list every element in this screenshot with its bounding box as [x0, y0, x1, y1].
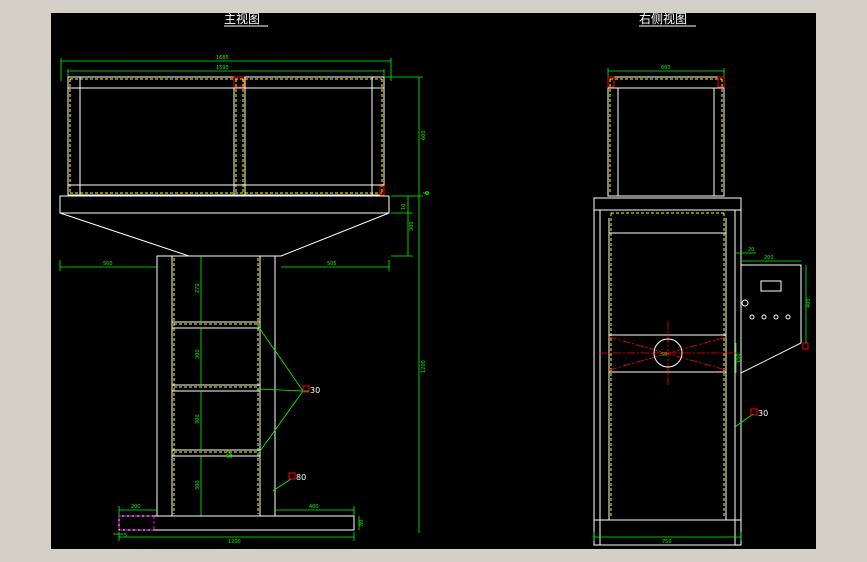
- front-funnel: [59, 195, 390, 257]
- side-section-mark: 50: [661, 352, 667, 358]
- dim-base-offset: 5: [124, 533, 127, 539]
- panel-switch-icon: [741, 299, 749, 307]
- side-control-panel: [740, 264, 809, 374]
- front-view-title: 主视图: [224, 13, 260, 26]
- front-column-dimensions: 270 300 300 300 50: [195, 256, 234, 516]
- side-view-title: 右侧视图: [639, 13, 687, 26]
- panel-button-2: [761, 314, 767, 320]
- front-overhang-dimensions: 500 505: [59, 260, 390, 271]
- dim-column-height: 1200: [421, 360, 427, 373]
- side-tube-label: 30: [758, 409, 768, 418]
- dim-panel-bottom: 150: [736, 353, 742, 363]
- dim-seg-mid1: 300: [195, 349, 201, 359]
- dim-panel-width: 200: [764, 255, 774, 261]
- dim-inner-width: 1593: [216, 65, 229, 71]
- base-edge-marker: [118, 515, 155, 531]
- panel-button-3: [773, 314, 779, 320]
- front-tube-label: 30: [310, 386, 320, 395]
- dim-base-right: 400: [309, 504, 319, 510]
- dim-seg-mid2: 300: [195, 414, 201, 424]
- side-hopper-frame: [607, 76, 725, 197]
- side-dimensions: 20 200 400 150 30 750: [593, 247, 812, 545]
- panel-button-4: [785, 314, 791, 320]
- front-base: 200 400 1200 80 5: [113, 504, 365, 545]
- dim-bracket: 50: [226, 454, 232, 460]
- cad-drawing: 主视图 1685 1593 600 10 300 1200 500 505 27…: [59, 13, 812, 546]
- front-tube-leader: 30 80: [257, 325, 320, 492]
- dim-seg-top: 270: [195, 283, 201, 293]
- dim-seg-bottom: 300: [195, 480, 201, 490]
- dim-side-top-width: 600: [661, 65, 671, 71]
- dim-side-base-width: 750: [662, 539, 672, 545]
- dim-hopper-height: 600: [421, 130, 427, 140]
- dim-panel-height: 400: [806, 298, 812, 308]
- dim-cone-height: 300: [409, 221, 415, 231]
- front-column-tube-label: 80: [296, 473, 306, 482]
- dim-base-height: 80: [359, 520, 365, 526]
- panel-button-1: [749, 314, 755, 320]
- dim-right-overhang: 505: [327, 261, 337, 267]
- side-cross-section: 50: [599, 321, 736, 385]
- dim-panel-gap: 20: [748, 247, 754, 253]
- front-column: [156, 255, 276, 517]
- front-right-dimensions: 600 10 300 1200: [385, 76, 429, 533]
- dim-base-width: 1200: [228, 539, 241, 545]
- front-hopper-frame: [67, 76, 385, 196]
- dim-plate-thickness: 10: [401, 204, 407, 210]
- dim-left-overhang: 500: [103, 261, 113, 267]
- drawing-canvas: 主视图 1685 1593 600 10 300 1200 500 505 27…: [51, 13, 816, 549]
- panel-display: [760, 280, 782, 292]
- dim-overall-width: 1685: [216, 55, 229, 61]
- dim-base-left: 200: [131, 504, 141, 510]
